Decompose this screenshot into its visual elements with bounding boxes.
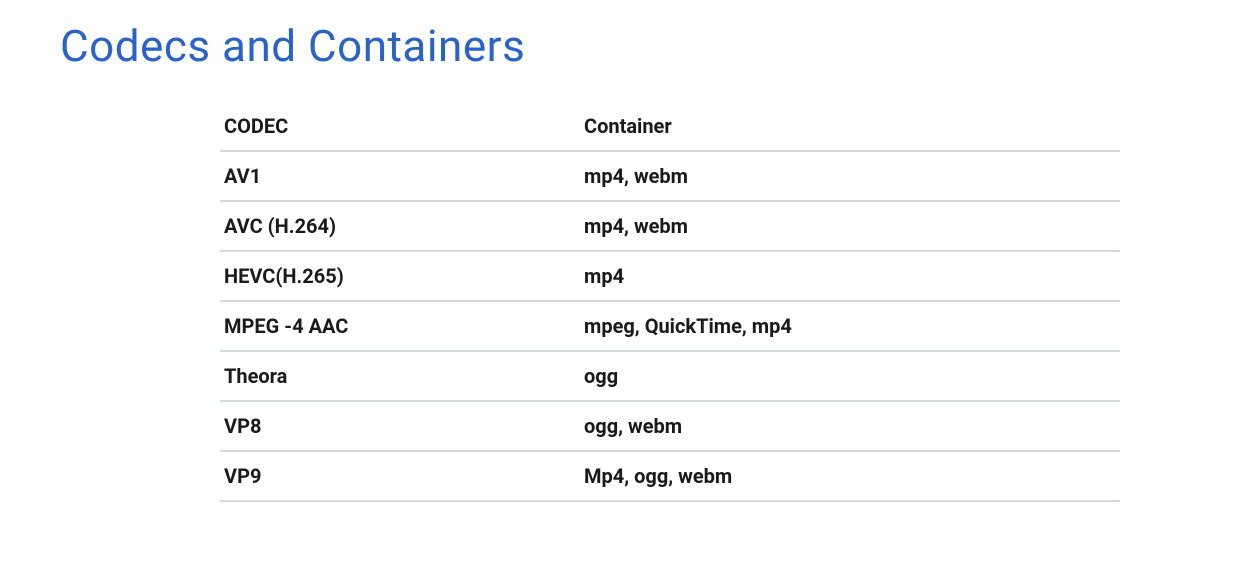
codec-cell: HEVC(H.265) bbox=[220, 251, 580, 301]
container-cell: mp4 bbox=[580, 251, 1120, 301]
table-row: MPEG -4 AAC mpeg, QuickTime, mp4 bbox=[220, 301, 1120, 351]
table-row: VP9 Mp4, ogg, webm bbox=[220, 451, 1120, 501]
container-cell: mp4, webm bbox=[580, 201, 1120, 251]
header-container: Container bbox=[580, 102, 1120, 151]
table-row: Theora ogg bbox=[220, 351, 1120, 401]
table-row: VP8 ogg, webm bbox=[220, 401, 1120, 451]
codecs-table: CODEC Container AV1 mp4, webm AVC (H.264… bbox=[220, 102, 1120, 502]
container-cell: Mp4, ogg, webm bbox=[580, 451, 1120, 501]
container-cell: mpeg, QuickTime, mp4 bbox=[580, 301, 1120, 351]
header-codec: CODEC bbox=[220, 102, 580, 151]
container-cell: ogg, webm bbox=[580, 401, 1120, 451]
codec-cell: MPEG -4 AAC bbox=[220, 301, 580, 351]
table-row: AV1 mp4, webm bbox=[220, 151, 1120, 201]
table-header-row: CODEC Container bbox=[220, 102, 1120, 151]
page-title: Codecs and Containers bbox=[60, 20, 1194, 72]
table-row: AVC (H.264) mp4, webm bbox=[220, 201, 1120, 251]
container-cell: ogg bbox=[580, 351, 1120, 401]
codec-cell: VP9 bbox=[220, 451, 580, 501]
codecs-table-container: CODEC Container AV1 mp4, webm AVC (H.264… bbox=[220, 102, 1120, 502]
table-row: HEVC(H.265) mp4 bbox=[220, 251, 1120, 301]
codec-cell: VP8 bbox=[220, 401, 580, 451]
codec-cell: AV1 bbox=[220, 151, 580, 201]
container-cell: mp4, webm bbox=[580, 151, 1120, 201]
codec-cell: AVC (H.264) bbox=[220, 201, 580, 251]
codec-cell: Theora bbox=[220, 351, 580, 401]
